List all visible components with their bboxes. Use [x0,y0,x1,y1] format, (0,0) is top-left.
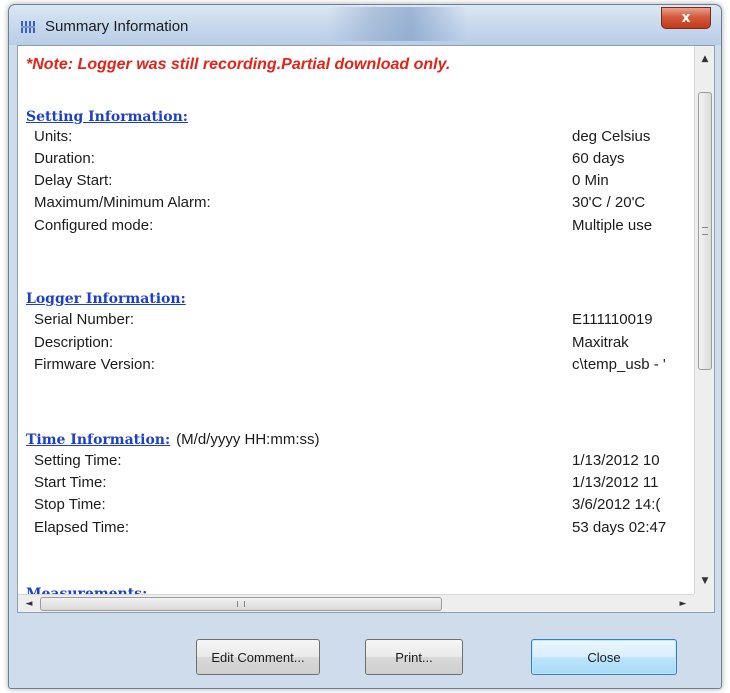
row-value: 30'C / 20'C [572,194,646,211]
logger-row-description: Description: Maxitrak [18,334,694,354]
time-row-start: Start Time: 1/13/2012 11 [18,474,694,494]
measurements-heading: Measurements: [26,586,148,594]
summary-panel: *Note: Logger was still recording.Partia… [17,45,715,613]
scrollbar-corner [694,594,714,612]
title-bar-highlight [327,7,467,41]
close-icon: x [681,10,691,26]
close-button[interactable]: Close [531,639,677,675]
row-value: 0 Min [572,172,609,189]
setting-row-configured-mode: Configured mode: Multiple use [18,217,694,237]
close-window-button[interactable]: x [661,7,711,29]
row-label: Firmware Version: [34,356,155,373]
scroll-right-icon[interactable]: ► [674,595,692,613]
row-label: Units: [34,128,73,145]
summary-scroll-area[interactable]: *Note: Logger was still recording.Partia… [18,46,694,594]
title-bar[interactable]: Summary Information x [9,5,721,45]
row-value: 1/13/2012 11 [572,474,659,491]
summary-information-window: Summary Information x *Note: Logger was … [8,4,722,689]
setting-row-alarm: Maximum/Minimum Alarm: 30'C / 20'C [18,194,694,214]
row-label: Description: [34,334,114,351]
row-label: Stop Time: [34,496,106,513]
time-row-stop: Stop Time: 3/6/2012 14:( [18,496,694,516]
row-label: Setting Time: [34,452,122,469]
partial-download-note: *Note: Logger was still recording.Partia… [26,56,451,73]
grip-icon [237,601,245,607]
row-value: Maxitrak [572,334,629,351]
row-label: Elapsed Time: [34,519,130,536]
vertical-scrollbar[interactable]: ▲ ▼ [694,46,714,594]
time-information-heading: Time Information: (M/d/yyyy HH:mm:ss) [26,431,319,448]
print-button[interactable]: Print... [365,639,463,675]
scroll-down-icon[interactable]: ▼ [695,572,715,590]
row-value: 60 days [572,150,625,167]
vertical-scroll-thumb[interactable] [698,92,712,370]
logger-information-heading: Logger Information: [26,291,186,307]
app-grid-icon [21,21,35,33]
horizontal-scroll-thumb[interactable] [40,597,442,611]
grip-icon [702,227,708,235]
row-label: Delay Start: [34,172,113,189]
time-row-elapsed: Elapsed Time: 53 days 02:47 [18,519,694,539]
time-row-setting: Setting Time: 1/13/2012 10 [18,452,694,472]
edit-comment-button[interactable]: Edit Comment... [196,639,320,675]
row-value: 3/6/2012 14:( [572,496,661,513]
row-value: 1/13/2012 10 [572,452,660,469]
scroll-up-icon[interactable]: ▲ [695,50,715,68]
row-value: deg Celsius [572,128,651,145]
logger-row-firmware: Firmware Version: c\temp_usb - ' [18,356,694,376]
row-label: Serial Number: [34,311,135,328]
setting-row-duration: Duration: 60 days [18,150,694,170]
scroll-left-icon[interactable]: ◄ [20,595,38,613]
row-value: Multiple use [572,217,653,234]
row-value: 53 days 02:47 [572,519,667,536]
row-value: c\temp_usb - ' [572,356,666,373]
window-title: Summary Information [45,18,189,35]
logger-row-serial: Serial Number: E111110019 [18,311,694,331]
time-heading-text: Time Information: [26,432,171,448]
row-label: Duration: [34,150,95,167]
row-label: Start Time: [34,474,107,491]
row-label: Maximum/Minimum Alarm: [34,194,211,211]
row-label: Configured mode: [34,217,154,234]
row-value: E111110019 [572,311,653,328]
time-format-hint: (M/d/yyyy HH:mm:ss) [176,431,320,448]
setting-row-delay-start: Delay Start: 0 Min [18,172,694,192]
setting-row-units: Units: deg Celsius [18,128,694,148]
setting-information-heading: Setting Information: [26,109,188,125]
horizontal-scrollbar[interactable]: ◄ ► [18,594,694,612]
